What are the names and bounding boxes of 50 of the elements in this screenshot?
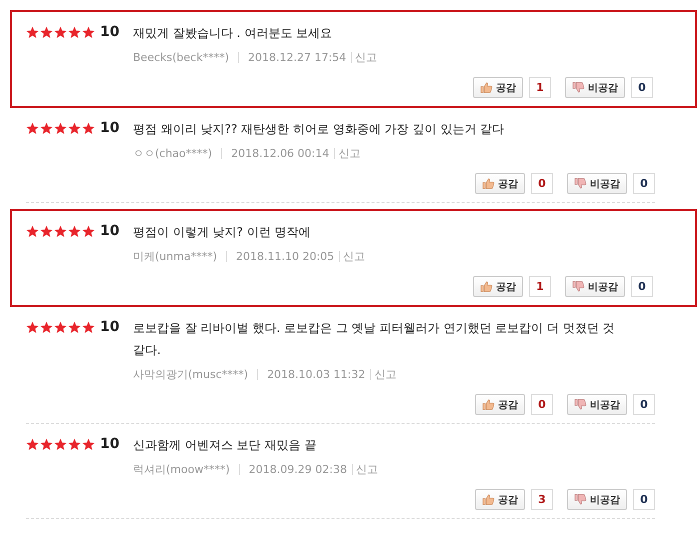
score: 10 xyxy=(100,120,120,136)
like-button[interactable]: 공감 xyxy=(473,77,523,98)
thumbs-up-icon xyxy=(480,82,493,93)
thumbs-down-icon xyxy=(574,399,587,410)
dislike-button[interactable]: 비공감 xyxy=(567,489,627,510)
like-count: 0 xyxy=(531,173,553,194)
score: 10 xyxy=(100,223,120,239)
dislike-button[interactable]: 비공감 xyxy=(567,173,627,194)
score: 10 xyxy=(100,319,120,335)
author-name: 미케(unma****) xyxy=(133,249,217,264)
like-button[interactable]: 공감 xyxy=(475,173,525,194)
like-count: 1 xyxy=(529,77,551,98)
dislike-count: 0 xyxy=(631,77,653,98)
dislike-count: 0 xyxy=(633,489,655,510)
dislike-button[interactable]: 비공감 xyxy=(567,394,627,415)
review-date: 2018.09.29 02:38 xyxy=(248,463,347,476)
like-button[interactable]: 공감 xyxy=(473,276,523,297)
thumbs-down-icon xyxy=(572,82,585,93)
review-text: 로보캅을 잘 리바이벌 했다. 로보캅은 그 옛날 피터웰러가 연기했던 로보캅이 더 멋졌던 것 같다. xyxy=(133,320,615,359)
like-count: 3 xyxy=(531,489,553,510)
like-button[interactable]: 공감 xyxy=(475,489,525,510)
thumbs-up-icon xyxy=(482,178,495,189)
review-text: 평점이 이렇게 낮지? 이런 명작에 xyxy=(133,224,312,241)
author-name: ㅇㅇ(chao****) xyxy=(133,146,212,161)
review-text: 신과함께 어벤져스 보단 재밌음 끝 xyxy=(133,437,318,454)
thumbs-down-icon xyxy=(574,494,587,505)
author-name: 사막의광기(musc****) xyxy=(133,367,248,382)
dislike-count: 0 xyxy=(633,394,655,415)
dislike-button[interactable]: 비공감 xyxy=(565,77,625,98)
review-date: 2018.10.03 11:32 xyxy=(267,368,366,381)
thumbs-down-icon xyxy=(574,178,587,189)
review-text: 재밌게 잘봤습니다 . 여러분도 보세요 xyxy=(133,25,334,42)
thumbs-up-icon xyxy=(482,399,495,410)
dislike-count: 0 xyxy=(633,173,655,194)
like-count: 1 xyxy=(529,276,551,297)
review-date: 2018.12.27 17:54 xyxy=(248,51,346,64)
like-button[interactable]: 공감 xyxy=(475,394,525,415)
author-name: Beecks(beck****) xyxy=(133,51,229,64)
review-date: 2018.11.10 20:05 xyxy=(236,250,334,263)
review-text: 평점 왜이리 낮지?? 재탄생한 히어로 영화중에 가장 깊이 있는거 같다 xyxy=(133,121,506,138)
dislike-count: 0 xyxy=(631,276,653,297)
like-count: 0 xyxy=(531,394,553,415)
thumbs-down-icon xyxy=(572,281,585,292)
score: 10 xyxy=(100,436,120,452)
dislike-button[interactable]: 비공감 xyxy=(565,276,625,297)
thumbs-up-icon xyxy=(480,281,493,292)
author-name: 럭셔리(moow****) xyxy=(133,462,230,477)
review-date: 2018.12.06 00:14 xyxy=(231,147,330,160)
score: 10 xyxy=(100,24,120,40)
thumbs-up-icon xyxy=(482,494,495,505)
